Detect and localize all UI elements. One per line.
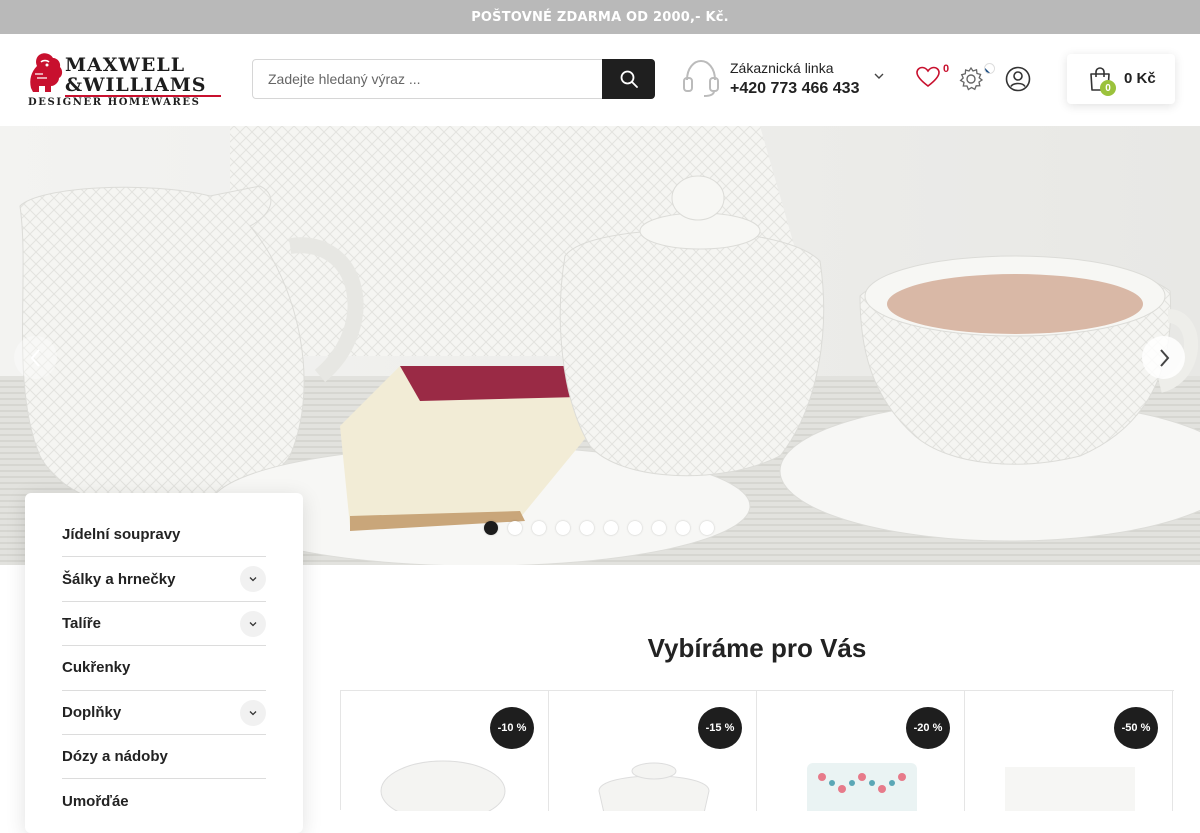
sidebar-category-item[interactable]: Jídelní soupravy	[62, 513, 266, 558]
slider-next-button[interactable]	[1142, 336, 1185, 379]
cart-total: 0 Kč	[1124, 70, 1156, 87]
logo-text-maxwell: MAXWELL	[65, 54, 186, 76]
sidebar-category-item[interactable]: Cukřenky	[62, 646, 266, 691]
discount-badge: -10 %	[490, 707, 534, 749]
gear-icon	[959, 66, 984, 91]
slider-dot[interactable]	[580, 521, 594, 535]
cz-flag-icon[interactable]	[984, 63, 995, 74]
chevron-right-icon	[1159, 348, 1169, 367]
product-card[interactable]: -15 %	[549, 691, 757, 811]
slider-dot[interactable]	[700, 521, 714, 535]
sidebar-category-label: Jídelní soupravy	[62, 526, 181, 544]
search-icon	[620, 70, 638, 88]
section-title: Vybíráme pro Vás	[647, 633, 867, 663]
headset-icon	[683, 59, 719, 97]
product-card[interactable]: -20 %	[757, 691, 965, 811]
free-shipping-text: POŠTOVNÉ ZDARMA OD 2000,- Kč.	[471, 9, 729, 25]
customer-hotline[interactable]: Zákaznická linka +420 773 466 433	[682, 56, 892, 104]
chevron-down-icon	[249, 710, 257, 715]
sidebar-category-label: Cukřenky	[62, 659, 131, 677]
slider-dot[interactable]	[676, 521, 690, 535]
site-header: MAXWELL &WILLIAMS DESIGNER HOMEWARES Zák…	[0, 34, 1200, 126]
category-sidebar: Jídelní soupravy Šálky a hrnečky Talíře Cuk…	[25, 493, 303, 833]
search-button[interactable]	[602, 59, 655, 99]
sidebar-category-label: Umořďáe	[62, 793, 129, 811]
hotline-phone[interactable]: +420 773 466 433	[730, 80, 859, 98]
sidebar-category-item[interactable]: Doplňky	[62, 691, 266, 735]
search-input[interactable]	[253, 60, 603, 98]
submenu-toggle[interactable]	[240, 699, 266, 726]
slider-dot[interactable]	[556, 521, 570, 535]
slider-dot[interactable]	[628, 521, 642, 535]
category-menu: Jídelní soupravy Šálky a hrnečky Talíře Cuk…	[62, 513, 266, 824]
chevron-left-icon	[30, 348, 40, 367]
sidebar-category-item[interactable]: Talíře	[62, 602, 266, 647]
user-account-button[interactable]	[1005, 66, 1031, 92]
slider-dot[interactable]	[508, 521, 522, 535]
sidebar-category-label: Talíře	[62, 614, 101, 632]
chevron-down-icon	[249, 577, 257, 582]
product-image	[380, 760, 506, 811]
submenu-toggle[interactable]	[240, 566, 266, 593]
slider-pagination	[484, 521, 714, 537]
user-icon	[1005, 66, 1031, 92]
chevron-down-icon	[249, 621, 257, 627]
sidebar-category-item[interactable]: Umořďáe	[62, 779, 266, 823]
cart-count-badge: 0	[1100, 80, 1116, 96]
hotline-label: Zákaznická linka	[730, 60, 834, 76]
lion-logo-icon	[30, 53, 63, 92]
slider-prev-button[interactable]	[14, 336, 57, 379]
chevron-down-icon[interactable]	[873, 70, 885, 82]
sidebar-category-label: Šálky a hrnečky	[62, 570, 176, 588]
sidebar-category-label: Doplňky	[62, 703, 122, 721]
slider-dot[interactable]	[484, 521, 498, 535]
wishlist-count: 0	[943, 63, 950, 75]
slider-dot[interactable]	[652, 521, 666, 535]
search-bar	[252, 59, 655, 99]
product-image	[598, 762, 710, 811]
logo-tagline: DESIGNER HOMEWARES	[28, 97, 201, 108]
product-image	[1005, 767, 1135, 811]
sidebar-category-item[interactable]: Šálky a hrnečky	[62, 557, 266, 602]
product-card[interactable]: -50 %	[965, 691, 1173, 811]
settings-button[interactable]	[958, 63, 998, 94]
cart-button[interactable]: 0 0 Kč	[1067, 54, 1175, 104]
heart-icon	[916, 66, 940, 88]
product-card[interactable]: -10 %	[341, 691, 549, 811]
discount-badge: -15 %	[698, 707, 742, 749]
submenu-toggle[interactable]	[240, 610, 266, 637]
product-image	[807, 763, 917, 811]
discount-badge: -20 %	[906, 707, 950, 749]
sidebar-category-label: Dózy a nádoby	[62, 748, 168, 766]
slider-dot[interactable]	[532, 521, 546, 535]
site-logo[interactable]: MAXWELL &WILLIAMS DESIGNER HOMEWARES	[25, 50, 221, 112]
discount-badge: -50 %	[1114, 707, 1158, 749]
product-carousel: -10 % -15 % -20 % -50 %	[340, 690, 1174, 811]
wishlist-button[interactable]: 0	[916, 63, 950, 94]
slider-dot[interactable]	[604, 521, 618, 535]
sidebar-category-item[interactable]: Dózy a nádoby	[62, 735, 266, 780]
free-shipping-banner: POŠTOVNÉ ZDARMA OD 2000,- Kč.	[0, 0, 1200, 34]
logo-text-williams: &WILLIAMS	[65, 74, 207, 96]
